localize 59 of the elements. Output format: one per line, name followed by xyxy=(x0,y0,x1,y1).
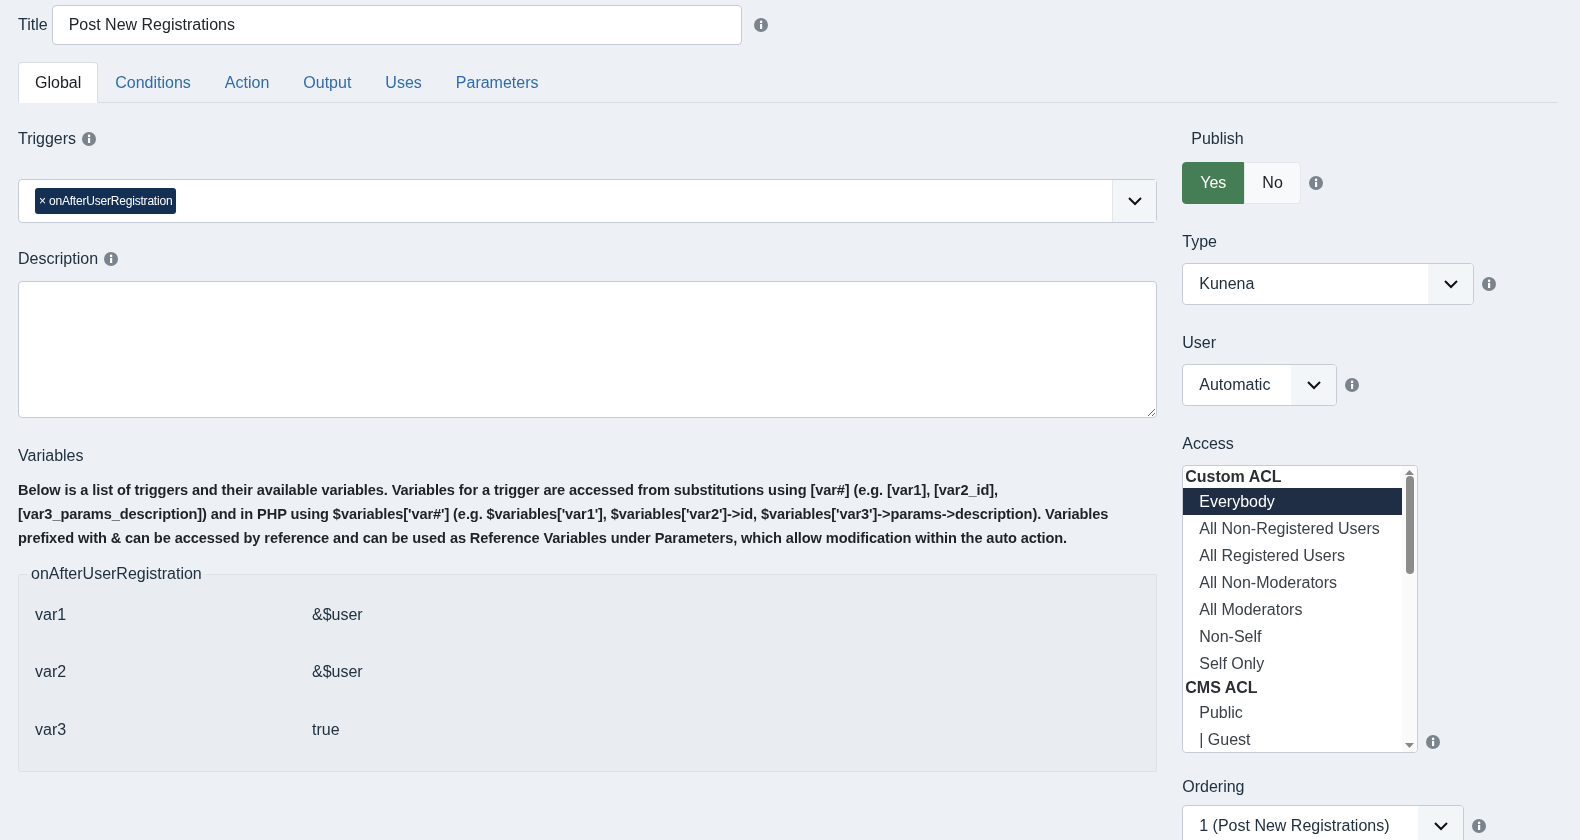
description-field[interactable] xyxy=(18,281,1158,418)
variable-value: true xyxy=(312,719,340,740)
variable-name: var3 xyxy=(35,719,68,740)
tab[interactable]: Output xyxy=(286,62,369,103)
tab[interactable]: Action xyxy=(207,62,287,103)
field-label: Publish xyxy=(1190,129,1245,149)
scrollbar-thumb[interactable] xyxy=(1405,476,1414,574)
info-icon[interactable] xyxy=(104,252,119,266)
ordering-select[interactable]: 1 (Post New Registrations) xyxy=(1182,805,1465,840)
title-field[interactable]: Post New Registrations xyxy=(51,5,742,45)
access-option[interactable]: Self Only xyxy=(1183,650,1403,677)
panel-legend: onAfterUserRegistration xyxy=(27,562,206,586)
user-select[interactable]: Automatic xyxy=(1182,364,1338,406)
access-option[interactable]: | Guest xyxy=(1183,726,1403,752)
access-option[interactable]: All Non-Moderators xyxy=(1183,569,1403,596)
variables-description: Below is a list of triggers and their available variables. Variables for a trigger are accessed from substitutions using [var#] (e.g. [var1], [var2_id], [var3_params_description]) and in PHP using $variables['var#'] (e.g. $variables['var1'], $variables['var2']->id, $variables['var3']->params->description). Variables prefixed with & can be accessed by reference and can be used as Reference Variables under Parameters, which allow modification within the auto action. xyxy=(18,481,1110,548)
tab[interactable]: Conditions xyxy=(98,62,208,103)
tab[interactable]: Uses xyxy=(368,62,439,103)
access-option[interactable]: All Registered Users xyxy=(1183,542,1403,569)
publish-option[interactable]: Yes xyxy=(1182,162,1245,204)
info-icon[interactable] xyxy=(1472,819,1487,833)
scroll-up-arrow-icon[interactable] xyxy=(1405,470,1415,475)
variable-name: var1 xyxy=(35,604,68,625)
triggers-select[interactable]: × onAfterUserRegistration xyxy=(18,179,1158,223)
access-option[interactable]: Public xyxy=(1183,699,1403,726)
field-label: Title xyxy=(18,15,48,35)
info-icon[interactable] xyxy=(1308,176,1323,190)
field-label: Triggers xyxy=(18,129,77,149)
chevron-down-icon xyxy=(1306,380,1321,390)
access-option[interactable]: All Moderators xyxy=(1183,596,1403,623)
variable-value: &$user xyxy=(312,604,363,625)
type-select[interactable]: Kunena xyxy=(1182,263,1475,305)
option-group-label: Custom ACL xyxy=(1184,467,1283,487)
info-icon[interactable] xyxy=(753,18,768,32)
info-icon[interactable] xyxy=(1345,378,1360,392)
info-icon[interactable] xyxy=(1482,277,1497,291)
variable-value: &$user xyxy=(312,662,363,683)
field-label: Type xyxy=(1182,232,1218,252)
info-icon[interactable] xyxy=(1426,735,1441,749)
tab[interactable]: Parameters xyxy=(438,62,556,103)
tab[interactable]: Global xyxy=(18,62,99,103)
scroll-down-arrow-icon[interactable] xyxy=(1405,743,1415,748)
field-label: Ordering xyxy=(1182,777,1246,797)
chevron-down-icon xyxy=(1443,279,1458,289)
info-icon[interactable] xyxy=(82,132,97,146)
variable-name: var2 xyxy=(35,662,68,683)
chevron-down-icon xyxy=(1127,196,1142,206)
field-label: Variables xyxy=(18,446,85,466)
option-group-label: CMS ACL xyxy=(1184,678,1259,698)
access-listbox[interactable]: Custom ACL Everybody All Non-Registered Users All Registered Users All Non-Moderators All Moderators Non-Self Self Only CMS ACL Public | Guest xyxy=(1182,465,1419,753)
field-label: Description xyxy=(18,249,99,269)
chevron-down-icon xyxy=(1433,821,1448,831)
publish-option[interactable]: No xyxy=(1244,162,1301,204)
access-option[interactable]: Everybody xyxy=(1183,488,1403,515)
field-label: User xyxy=(1182,333,1218,353)
access-option[interactable]: Non-Self xyxy=(1183,623,1403,650)
trigger-tag[interactable]: × onAfterUserRegistration xyxy=(35,188,177,214)
field-label: Access xyxy=(1182,434,1235,454)
access-option[interactable]: All Non-Registered Users xyxy=(1183,515,1403,542)
